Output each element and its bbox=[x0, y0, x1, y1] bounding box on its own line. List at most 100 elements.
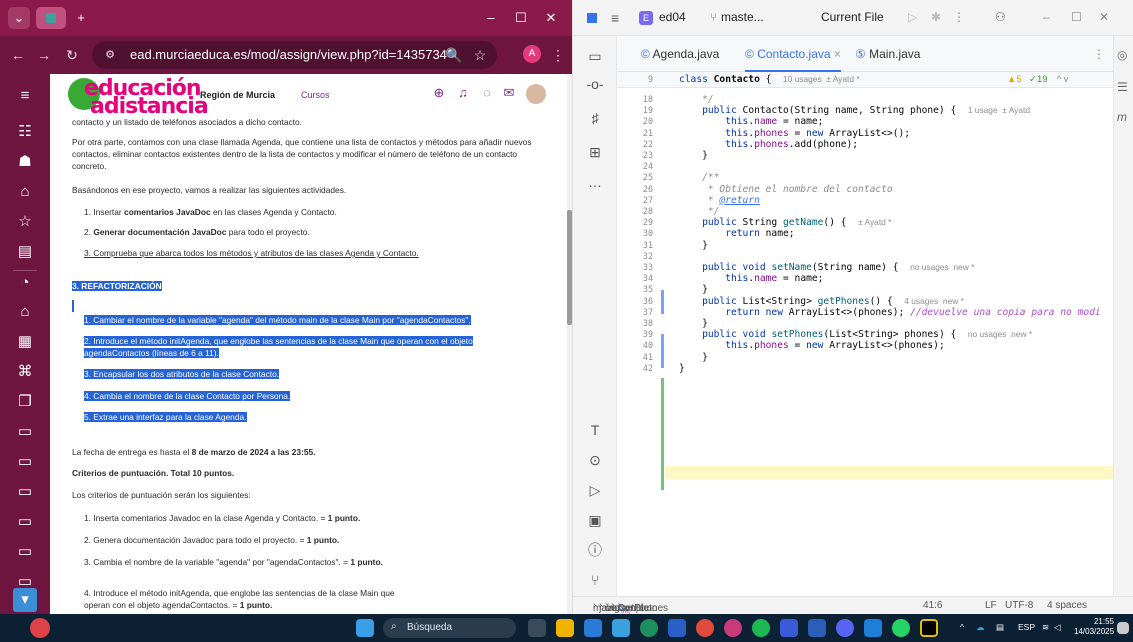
wifi-icon[interactable]: ≋ bbox=[1042, 622, 1049, 633]
star-icon[interactable]: ☆ bbox=[13, 210, 37, 234]
vcs-tool-icon[interactable]: ⑂ bbox=[583, 568, 607, 592]
line-separator[interactable]: LF bbox=[985, 600, 997, 611]
taskview-icon[interactable] bbox=[528, 619, 546, 637]
word-icon[interactable] bbox=[808, 619, 826, 637]
tray-cloud-icon[interactable]: ☁ bbox=[976, 622, 985, 633]
tray-chevron-icon[interactable]: ^ bbox=[960, 622, 964, 632]
run-config[interactable]: Current File bbox=[821, 10, 884, 24]
commit-tool-icon[interactable]: -o- bbox=[583, 72, 607, 96]
zoom-icon[interactable]: 🔍 bbox=[444, 45, 464, 65]
globe-icon[interactable]: ⊕ bbox=[430, 84, 448, 102]
code-editor[interactable]: 9 class Contacto { 10 usages ± Ayatd * ▲… bbox=[617, 72, 1113, 596]
tab-search-button[interactable]: ⌄ bbox=[8, 7, 30, 29]
url-field[interactable]: ⚙ ead.murciaeduca.es/mod/assign/view.php… bbox=[92, 41, 497, 69]
close-button[interactable]: ✕ bbox=[540, 7, 562, 29]
indent[interactable]: 4 spaces bbox=[1047, 600, 1087, 611]
back-icon[interactable]: ← bbox=[8, 45, 28, 65]
breadcrumb[interactable]: main › java › org › example › © Contacto… bbox=[593, 600, 668, 618]
start-icon[interactable] bbox=[356, 619, 374, 637]
database-icon[interactable]: ☰ bbox=[1117, 80, 1128, 94]
graduation-icon[interactable]: ⌘ bbox=[13, 360, 37, 384]
notification-icon[interactable] bbox=[1117, 622, 1129, 634]
mail-icon[interactable]: ✉ bbox=[500, 84, 518, 102]
folder-icon[interactable]: ▭ bbox=[13, 540, 37, 564]
active-tab[interactable] bbox=[36, 7, 66, 29]
book-icon[interactable]: ▤ bbox=[13, 240, 37, 264]
forward-icon[interactable]: → bbox=[34, 45, 54, 65]
tabs-menu-icon[interactable]: ⋮ bbox=[1093, 36, 1105, 72]
git-tool-icon[interactable]: ⊞ bbox=[583, 140, 607, 164]
folder-icon[interactable]: ▭ bbox=[13, 450, 37, 474]
caret-position[interactable]: 41:6 bbox=[923, 600, 942, 611]
site-info-icon[interactable]: ⚙ bbox=[100, 45, 120, 65]
cursos-link[interactable]: Cursos bbox=[301, 90, 330, 100]
more-tools-icon[interactable]: … bbox=[583, 170, 607, 194]
reload-icon[interactable]: ↻ bbox=[62, 45, 82, 65]
taskbar-search[interactable]: ⌕ Búsqueda bbox=[383, 618, 516, 638]
profile-avatar[interactable]: A bbox=[523, 45, 541, 63]
chat-icon[interactable]: ◌ bbox=[478, 84, 496, 102]
whatsapp-icon[interactable] bbox=[892, 619, 910, 637]
main-menu-icon[interactable]: ≡ bbox=[611, 10, 619, 26]
app-icon[interactable] bbox=[780, 619, 798, 637]
intellij-icon[interactable] bbox=[920, 619, 938, 637]
run-icon[interactable]: ▷ bbox=[908, 10, 917, 24]
new-tab-button[interactable]: + bbox=[70, 7, 92, 29]
tab-agenda-java[interactable]: © Agenda.java bbox=[641, 36, 719, 72]
language-indicator[interactable]: ESP bbox=[1018, 622, 1035, 632]
maximize-button[interactable]: ☐ bbox=[510, 7, 532, 29]
bell-icon[interactable]: ♫ bbox=[454, 84, 472, 102]
encoding[interactable]: UTF-8 bbox=[1005, 600, 1033, 611]
user-avatar[interactable] bbox=[526, 84, 546, 104]
maven-icon[interactable]: m bbox=[1117, 110, 1127, 124]
app-icon[interactable] bbox=[668, 619, 686, 637]
ide-maximize-button[interactable]: ☐ bbox=[1071, 10, 1082, 24]
nav-arrows[interactable]: ^ v bbox=[1057, 74, 1068, 84]
services-tool-icon[interactable]: ⊙ bbox=[583, 448, 607, 472]
dashboard-icon[interactable]: ◔ bbox=[13, 270, 37, 294]
users-icon[interactable]: ☗ bbox=[13, 150, 37, 174]
folder-icon[interactable]: ▭ bbox=[13, 510, 37, 534]
project-name[interactable]: ed04 bbox=[659, 10, 686, 24]
more-icon[interactable]: ⋮ bbox=[953, 10, 965, 24]
tab-main-java[interactable]: ⑤ Main.java bbox=[855, 36, 920, 72]
app-icon[interactable] bbox=[584, 619, 602, 637]
app-icon[interactable] bbox=[612, 619, 630, 637]
edge-icon[interactable] bbox=[640, 619, 658, 637]
structure-tool-icon[interactable]: ♯ bbox=[583, 106, 607, 130]
minimize-button[interactable]: – bbox=[480, 7, 502, 29]
home-icon[interactable]: ⌂ bbox=[13, 300, 37, 324]
list-icon[interactable]: ☷ bbox=[13, 120, 37, 144]
branch-name[interactable]: maste... bbox=[721, 10, 764, 24]
account-icon[interactable]: ⚇ bbox=[995, 10, 1006, 24]
chrome-icon[interactable] bbox=[696, 619, 714, 637]
problems-tool-icon[interactable]: ⓘ bbox=[583, 538, 607, 562]
terminal-tool-icon[interactable]: ▣ bbox=[583, 508, 607, 532]
tray-keyboard-icon[interactable]: ▤ bbox=[996, 622, 1004, 633]
volume-icon[interactable]: ◁ bbox=[1054, 622, 1061, 633]
folder-icon[interactable]: ▭ bbox=[13, 420, 37, 444]
run-tool-icon[interactable]: ▷ bbox=[583, 478, 607, 502]
text-tool-icon[interactable]: T bbox=[583, 418, 607, 442]
explorer-icon[interactable] bbox=[556, 619, 574, 637]
files-icon[interactable]: ❐ bbox=[13, 390, 37, 414]
folder-icon[interactable]: ▭ bbox=[13, 480, 37, 504]
menu-hamburger-icon[interactable]: ≡ bbox=[13, 84, 37, 108]
badge-icon[interactable]: ⌂ bbox=[13, 180, 37, 204]
ide-minimize-button[interactable]: – bbox=[1043, 10, 1050, 24]
project-tool-icon[interactable]: ▭ bbox=[583, 44, 607, 68]
chrome-profile-icon[interactable] bbox=[724, 619, 742, 637]
spotify-icon[interactable] bbox=[752, 619, 770, 637]
browser-menu-icon[interactable]: ⋮ bbox=[548, 45, 568, 65]
debug-icon[interactable]: ✱ bbox=[931, 10, 941, 24]
weather-icon[interactable] bbox=[30, 618, 50, 638]
ide-close-button[interactable]: ✕ bbox=[1099, 10, 1109, 24]
active-section-icon[interactable]: ▾ bbox=[13, 588, 37, 612]
checks-indicator[interactable]: ✓19 bbox=[1029, 74, 1048, 85]
outlook-icon[interactable] bbox=[864, 619, 882, 637]
discord-icon[interactable] bbox=[836, 619, 854, 637]
tab-contacto-java[interactable]: © Contacto.java × bbox=[745, 36, 841, 72]
clock[interactable]: 21:55 14/03/2025 bbox=[1074, 617, 1114, 637]
calendar-icon[interactable]: ▦ bbox=[13, 330, 37, 354]
bookmark-star-icon[interactable]: ☆ bbox=[470, 45, 490, 65]
